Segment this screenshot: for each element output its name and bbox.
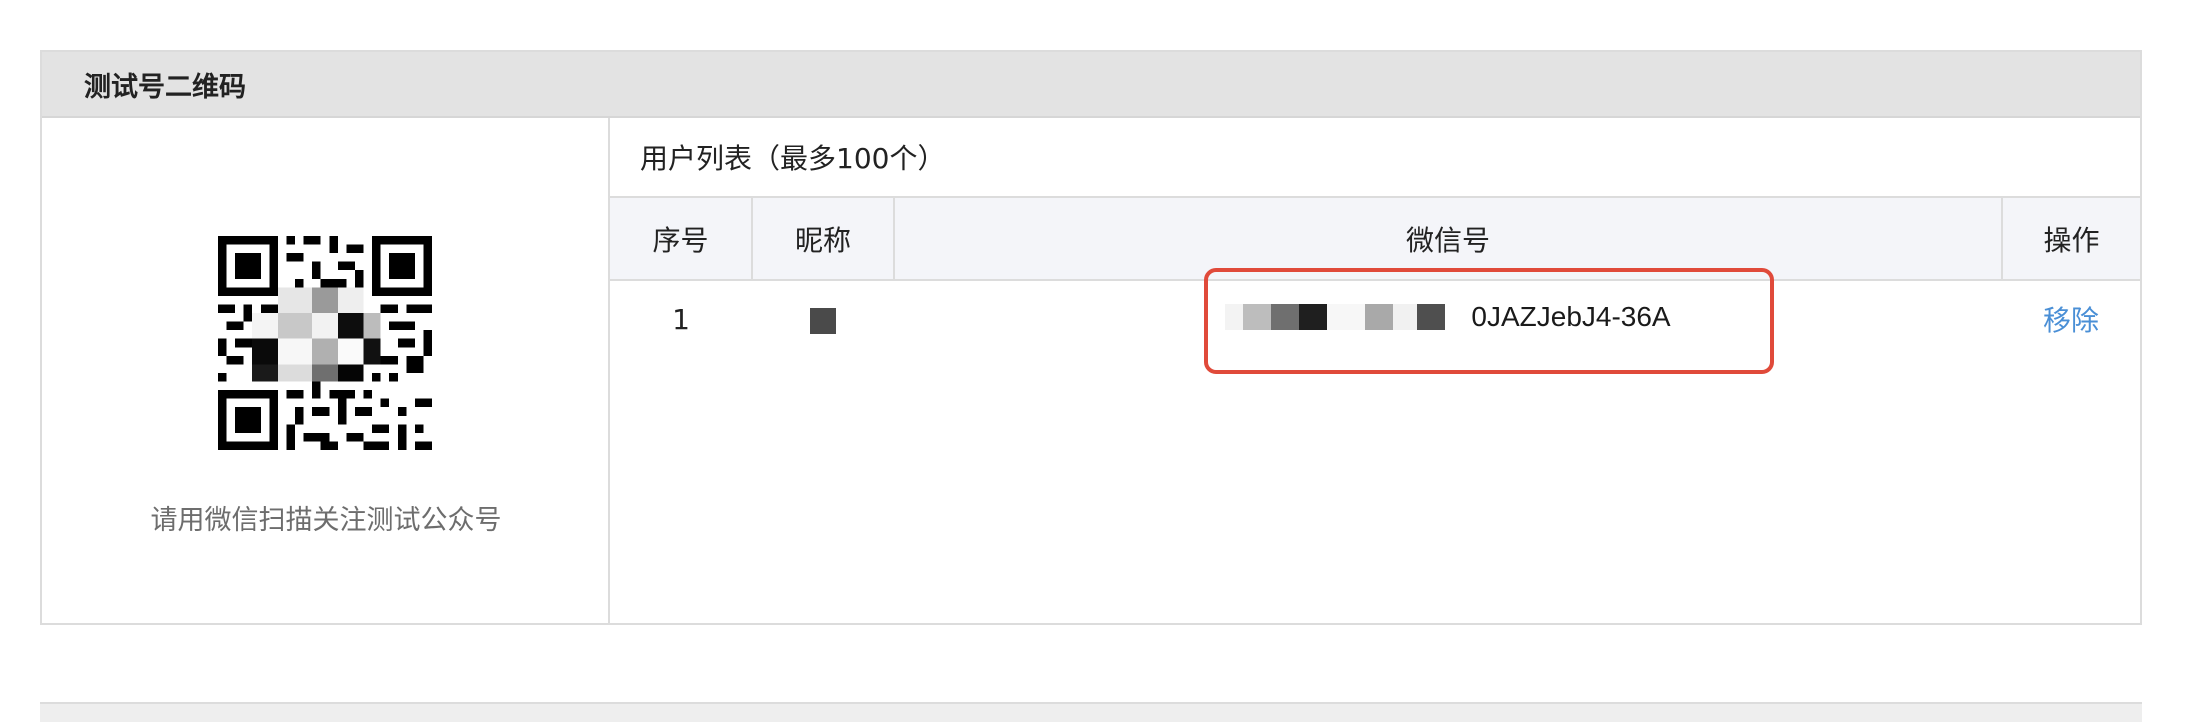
row-action: 移除 (2002, 280, 2140, 357)
qr-panel: 测试号二维码 请用微信扫描关注测试公众号 用户列表（最多100个） 序号 昵称 … (40, 50, 2142, 625)
table-header-row: 序号 昵称 微信号 操作 (610, 198, 2140, 281)
user-table: 序号 昵称 微信号 操作 1 0JAZJebJ4-36A 移除 (610, 198, 2140, 357)
table-row: 1 0JAZJebJ4-36A 移除 (610, 280, 2140, 357)
row-index: 1 (672, 302, 690, 336)
redacted-pixel (1225, 304, 1244, 330)
user-list-title: 用户列表（最多100个） (610, 118, 2140, 198)
qr-caption: 请用微信扫描关注测试公众号 (150, 505, 502, 536)
redacted-pixel (1417, 304, 1446, 330)
redacted-pixel (1365, 304, 1394, 330)
qr-code-image (218, 236, 432, 450)
redacted-pixel (1243, 304, 1272, 330)
wechat-id-suffix: 0JAZJebJ4-36A (1471, 301, 1671, 332)
user-list-section: 用户列表（最多100个） 序号 昵称 微信号 操作 1 0JAZJebJ4-36… (610, 118, 2140, 623)
redacted-pixel (1445, 304, 1468, 330)
next-panel-edge (40, 702, 2142, 722)
panel-title: 测试号二维码 (42, 52, 2140, 118)
wechat-id-value: 0JAZJebJ4-36A (1225, 301, 1671, 333)
remove-user-link[interactable]: 移除 (2043, 304, 2099, 337)
panel-body: 请用微信扫描关注测试公众号 用户列表（最多100个） 序号 昵称 微信号 操作 (42, 118, 2140, 623)
row-wechat-id: 0JAZJebJ4-36A (894, 280, 2002, 357)
column-header-wechat-id: 微信号 (894, 198, 2003, 281)
redacted-pixel (1299, 304, 1328, 330)
row-nickname (752, 280, 894, 357)
nickname-redacted-block (810, 307, 836, 334)
redacted-pixel (1271, 304, 1300, 330)
column-header-action: 操作 (2002, 198, 2140, 281)
redacted-pixel (1327, 304, 1366, 330)
column-header-nickname: 昵称 (752, 198, 895, 281)
qr-section: 请用微信扫描关注测试公众号 (42, 118, 610, 623)
column-header-index: 序号 (610, 198, 753, 281)
redacted-pixel (1393, 304, 1418, 330)
